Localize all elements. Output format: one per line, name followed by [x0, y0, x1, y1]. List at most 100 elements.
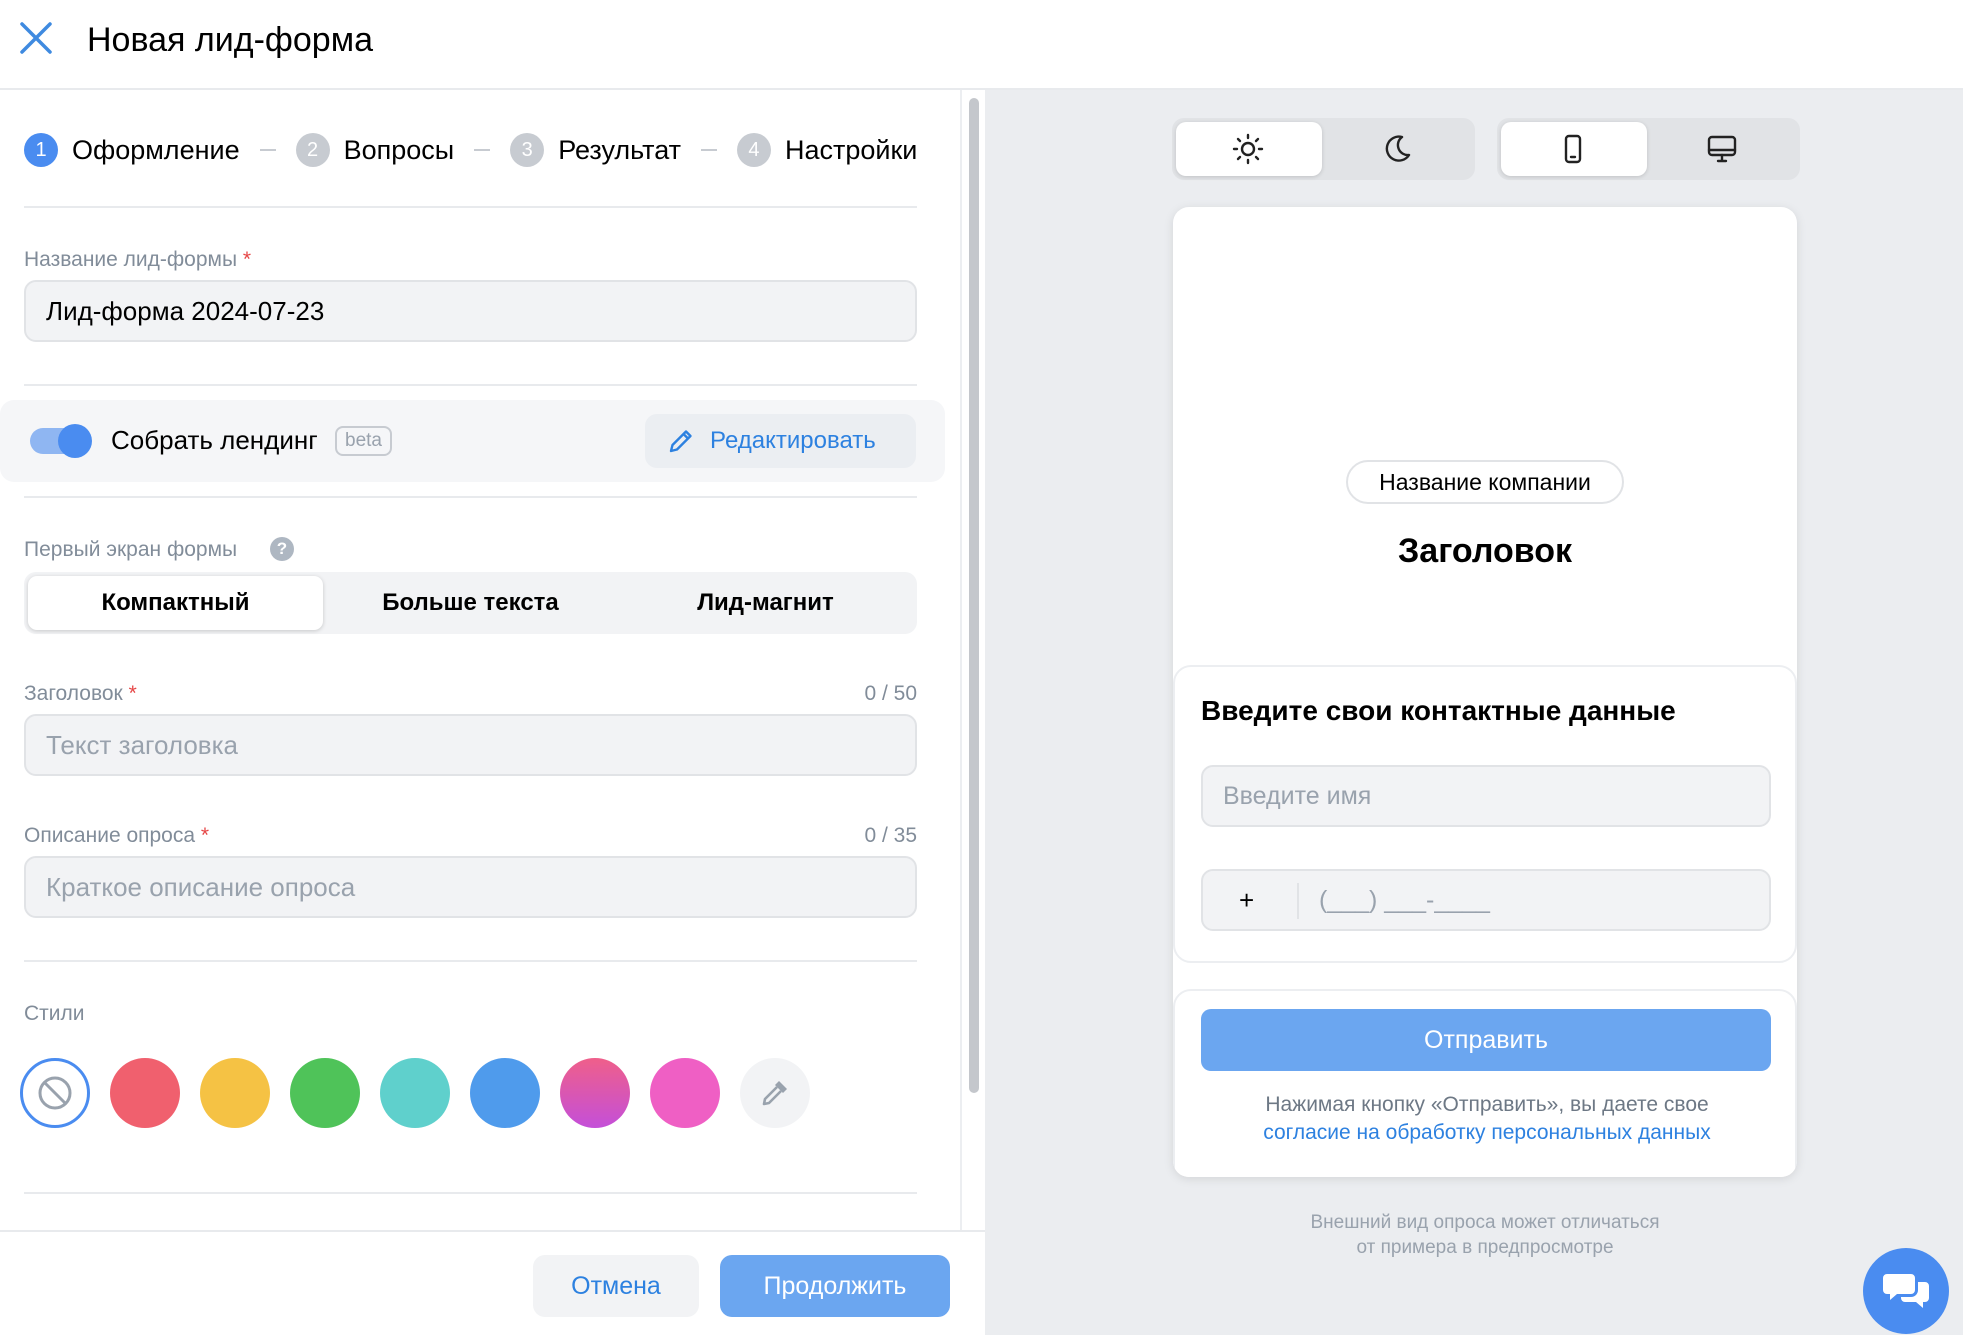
submit-button[interactable]: Отправить: [1201, 1009, 1771, 1071]
footer: Отмена Продолжить: [0, 1230, 985, 1335]
header: Новая лид-форма: [0, 0, 1963, 90]
help-icon[interactable]: ?: [270, 537, 294, 561]
first-screen-label: Первый экран формы: [24, 538, 238, 561]
preview-note-line: Внешний вид опроса может отличаться: [1310, 1212, 1660, 1233]
desktop-icon: [1707, 135, 1737, 163]
first-screen-lead-magnet[interactable]: Лид-магнит: [618, 576, 913, 630]
swatch-none[interactable]: [20, 1058, 90, 1128]
consent-text: Нажимая кнопку «Отправить», вы даете сво…: [1175, 1091, 1797, 1147]
chat-icon: [1883, 1274, 1929, 1308]
landing-toggle[interactable]: [30, 424, 92, 458]
phone-icon: [1564, 134, 1582, 164]
phone-mask: (___) ___-____: [1319, 886, 1490, 914]
heading-label: Заголовок *: [24, 682, 137, 706]
dark-theme-button[interactable]: [1325, 122, 1471, 176]
chat-button[interactable]: [1863, 1248, 1949, 1334]
step-questions[interactable]: 2 Вопросы: [295, 133, 455, 167]
required-mark: *: [242, 248, 252, 271]
phone-prefix: +: [1239, 885, 1255, 915]
required-mark: *: [200, 824, 210, 847]
theme-switcher: [1172, 118, 1475, 180]
name-placeholder: Введите имя: [1223, 782, 1372, 810]
step-separator: [700, 149, 717, 151]
landing-row: Собрать лендинг beta Редактировать: [0, 400, 945, 482]
first-screen-more-text[interactable]: Больше текста: [323, 576, 618, 630]
description-input[interactable]: Краткое описание опроса: [24, 856, 917, 918]
required-mark: *: [128, 682, 137, 705]
consent-line: Нажимая кнопку «Отправить», вы даете сво…: [1265, 1093, 1709, 1116]
beta-badge: beta: [335, 426, 392, 456]
form-name-input[interactable]: Лид-форма 2024-07-23: [24, 280, 917, 342]
stepper: 1 Оформление 2 Вопросы 3 Результат 4 Нас…: [24, 130, 917, 170]
step-number: 3: [510, 133, 545, 167]
swatch-blue[interactable]: [470, 1058, 540, 1128]
pencil-icon: [669, 430, 692, 453]
toggle-knob: [58, 424, 92, 458]
step-number: 4: [736, 133, 771, 167]
styles-label: Стили: [24, 1002, 85, 1025]
step-result[interactable]: 3 Результат: [510, 133, 681, 167]
contact-section: Введите свои контактные данные Введите и…: [1173, 665, 1797, 963]
divider: [24, 960, 917, 962]
device-switcher: [1497, 118, 1800, 180]
divider: [24, 496, 917, 498]
description-counter: 0 / 35: [864, 824, 917, 847]
contact-title: Введите свои контактные данные: [1201, 695, 1676, 726]
close-icon: [20, 22, 52, 54]
sun-icon: [1232, 133, 1264, 165]
consent-link[interactable]: согласие на обработку персональных данны…: [1175, 1119, 1797, 1147]
step-label: Вопросы: [343, 134, 455, 165]
mobile-preview-button[interactable]: [1501, 122, 1647, 176]
preview-note-line: от примера в предпросмотре: [1356, 1237, 1614, 1258]
eyedropper-icon: [762, 1081, 787, 1106]
heading-input[interactable]: Текст заголовка: [24, 714, 917, 776]
edit-landing-button[interactable]: Редактировать: [645, 414, 916, 468]
moon-icon: [1385, 135, 1411, 162]
step-design[interactable]: 1 Оформление: [24, 133, 240, 167]
phone-separator: [1297, 883, 1299, 919]
landing-label: Собрать лендинг: [111, 425, 318, 455]
form-preview: Название компании Заголовок Введите свои…: [1173, 207, 1797, 1177]
form-name-value: Лид-форма 2024-07-23: [46, 296, 325, 326]
step-settings[interactable]: 4 Настройки: [736, 133, 917, 167]
company-name: Название компании: [1346, 460, 1624, 504]
scrollbar-thumb[interactable]: [969, 98, 979, 1093]
heading-placeholder: Текст заголовка: [46, 730, 239, 760]
edit-landing-label: Редактировать: [710, 427, 876, 454]
heading-counter: 0 / 50: [864, 682, 917, 705]
first-screen-compact[interactable]: Компактный: [28, 576, 323, 630]
style-swatches: [20, 1058, 830, 1128]
desktop-preview-button[interactable]: [1650, 122, 1796, 176]
swatch-red[interactable]: [110, 1058, 180, 1128]
swatch-teal[interactable]: [380, 1058, 450, 1128]
description-label: Описание опроса *: [24, 824, 209, 848]
step-number: 2: [295, 133, 330, 167]
swatch-picker[interactable]: [740, 1058, 810, 1128]
preview-phone-input[interactable]: + (___) ___-____: [1201, 869, 1771, 931]
swatch-green[interactable]: [290, 1058, 360, 1128]
swatch-magenta[interactable]: [560, 1058, 630, 1128]
preview-name-input[interactable]: Введите имя: [1201, 765, 1771, 827]
form-name-label-text: Название лид-формы: [24, 248, 238, 271]
preview-title: Заголовок: [1397, 532, 1572, 570]
submit-section: Отправить Нажимая кнопку «Отправить», вы…: [1173, 989, 1797, 1177]
step-label: Результат: [558, 134, 681, 165]
close-button[interactable]: [18, 20, 54, 56]
preview-panel: Название компании Заголовок Введите свои…: [985, 90, 1963, 1335]
continue-button[interactable]: Продолжить: [720, 1255, 950, 1317]
form-name-label: Название лид-формы *: [24, 248, 251, 272]
description-label-text: Описание опроса: [24, 824, 196, 847]
preview-note: Внешний вид опроса может отличаться от п…: [1173, 1210, 1797, 1260]
step-separator: [474, 149, 491, 151]
step-number: 1: [24, 133, 58, 167]
swatch-yellow[interactable]: [200, 1058, 270, 1128]
step-separator: [259, 149, 276, 151]
page-title: Новая лид-форма: [87, 21, 373, 59]
divider: [24, 384, 917, 386]
light-theme-button[interactable]: [1176, 122, 1322, 176]
cancel-button[interactable]: Отмена: [533, 1255, 699, 1317]
step-label: Оформление: [72, 134, 240, 165]
divider: [24, 1192, 917, 1194]
divider: [24, 206, 917, 208]
swatch-pink[interactable]: [650, 1058, 720, 1128]
